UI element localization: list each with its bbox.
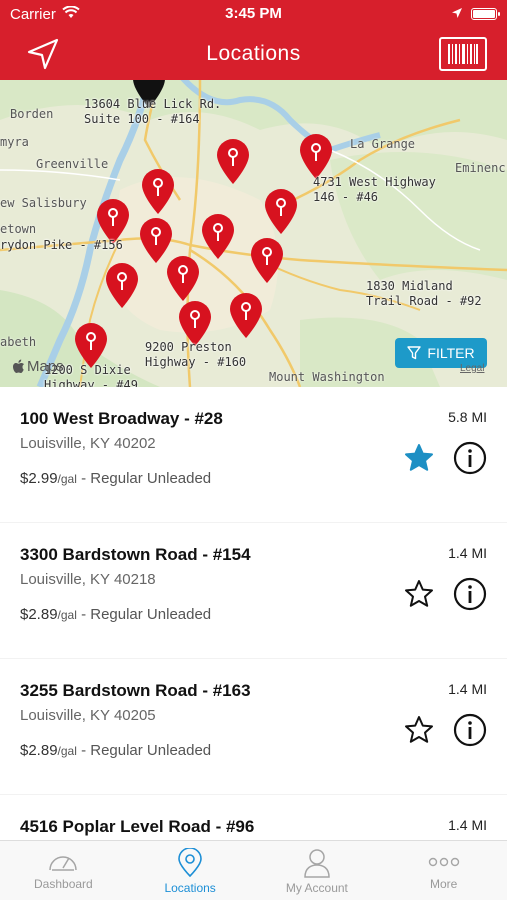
city-label: Mount Washington	[269, 370, 385, 384]
location-list[interactable]: 100 West Broadway - #28 5.8 MI Louisville,…	[0, 387, 507, 840]
price-amount: $2.99	[20, 470, 58, 487]
tab-more[interactable]: More	[380, 841, 507, 900]
location-row[interactable]: 3255 Bardstown Road - #163 1.4 MI Louisvil…	[0, 659, 507, 794]
tab-locations[interactable]: Locations	[127, 841, 254, 900]
map-store-label[interactable]: rydon Pike - #156	[0, 238, 123, 253]
fuel-price: $2.89/gal - Regular Unleaded	[20, 606, 211, 623]
fuel-type: - Regular Unleaded	[76, 606, 212, 623]
city-label: abeth	[0, 335, 37, 349]
location-name: 3300 Bardstown Road - #154	[20, 545, 251, 564]
location-row[interactable]: 3300 Bardstown Road - #154 1.4 MI Louisvil…	[0, 523, 507, 658]
favorite-button[interactable]	[400, 575, 438, 613]
info-button[interactable]	[451, 711, 489, 749]
price-amount: $2.89	[20, 742, 58, 759]
status-bar: Carrier 3:45 PM	[0, 0, 507, 28]
city-label: Eminenc	[455, 161, 506, 175]
price-unit: /gal	[57, 472, 77, 486]
maps-label: Maps	[27, 358, 64, 375]
city-label: Greenville	[36, 157, 109, 171]
city-label: ew Salisbury	[0, 196, 87, 210]
city-label: myra	[0, 135, 29, 149]
apple-maps-logo: Maps	[12, 358, 64, 375]
tab-dashboard[interactable]: Dashboard	[0, 841, 127, 900]
barcode-scan-button[interactable]	[439, 37, 487, 71]
map-pin-icon	[178, 848, 202, 878]
price-unit: /gal	[57, 608, 77, 622]
city-label: La Grange	[350, 137, 416, 151]
person-icon	[304, 849, 330, 878]
map-view[interactable]: 13604 Blue Lick Rd. Suite 100 - #164 4731…	[0, 80, 507, 387]
fuel-type: - Regular Unleaded	[76, 470, 212, 487]
location-distance: 1.4 MI	[448, 817, 487, 833]
tab-bar: Dashboard Locations My Account More	[0, 840, 507, 900]
star-filled-icon	[405, 444, 433, 471]
tab-label: More	[429, 877, 458, 891]
location-distance: 1.4 MI	[448, 545, 487, 561]
location-address: Louisville, KY 40205	[20, 707, 156, 724]
fuel-type: - Regular Unleaded	[76, 742, 212, 759]
map-pin[interactable]	[263, 188, 299, 236]
location-row[interactable]: 100 West Broadway - #28 5.8 MI Louisville,…	[0, 387, 507, 522]
filter-label: FILTER	[427, 345, 475, 361]
star-outline-icon	[405, 716, 433, 743]
location-name: 100 West Broadway - #28	[20, 409, 223, 428]
nav-bar: Locations	[0, 28, 507, 80]
location-address: Louisville, KY 40218	[20, 571, 156, 588]
map-pin[interactable]	[165, 255, 201, 303]
barcode-icon	[448, 44, 478, 64]
info-button[interactable]	[451, 575, 489, 613]
city-label: Borden	[10, 107, 54, 121]
map-pin[interactable]	[200, 213, 236, 261]
tab-my-account[interactable]: My Account	[254, 841, 381, 900]
map-pin[interactable]	[104, 262, 140, 310]
map-store-label[interactable]: 9200 Preston Highway - #160	[145, 340, 246, 370]
map-store-label[interactable]: 1830 Midland Trail Road - #92	[366, 279, 482, 309]
location-address: Louisville, KY 40202	[20, 435, 156, 452]
price-unit: /gal	[57, 744, 77, 758]
tab-label: My Account	[285, 881, 348, 895]
fuel-price: $2.89/gal - Regular Unleaded	[20, 742, 211, 759]
tab-label: Dashboard	[34, 877, 93, 891]
current-location-button[interactable]	[22, 33, 64, 75]
location-distance: 5.8 MI	[448, 409, 487, 425]
info-icon	[453, 713, 487, 747]
star-outline-icon	[405, 580, 433, 607]
favorite-button[interactable]	[400, 711, 438, 749]
apple-icon	[13, 359, 24, 373]
location-name: 4516 Poplar Level Road - #96	[20, 817, 255, 836]
wifi-icon	[62, 5, 80, 23]
fuel-price: $2.99/gal - Regular Unleaded	[20, 470, 211, 487]
map-store-label[interactable]: 13604 Blue Lick Rd. Suite 100 - #164	[84, 97, 221, 127]
info-icon	[453, 441, 487, 475]
map-store-label[interactable]: 4731 West Highway 146 - #46	[313, 175, 436, 205]
map-pin[interactable]	[228, 292, 264, 340]
location-distance: 1.4 MI	[448, 681, 487, 697]
more-dots-icon	[428, 857, 459, 867]
price-amount: $2.89	[20, 606, 58, 623]
speedometer-icon	[49, 856, 78, 871]
legal-link[interactable]: Legal	[460, 363, 484, 374]
city-label: etown	[0, 222, 37, 236]
battery-icon	[471, 8, 500, 20]
location-arrow-icon	[27, 38, 59, 70]
filter-icon	[407, 346, 422, 360]
map-pin[interactable]	[140, 168, 176, 216]
info-button[interactable]	[451, 439, 489, 477]
carrier-label: Carrier	[10, 5, 56, 23]
favorite-button[interactable]	[400, 439, 438, 477]
map-pin[interactable]	[215, 138, 251, 186]
map-pin[interactable]	[249, 237, 285, 285]
page-title: Locations	[206, 42, 301, 65]
header: Carrier 3:45 PM Locations	[0, 0, 507, 80]
location-services-icon	[451, 6, 463, 23]
tab-label: Locations	[164, 881, 216, 895]
location-name: 3255 Bardstown Road - #163	[20, 681, 251, 700]
map-pin[interactable]	[298, 133, 334, 181]
location-row[interactable]: 4516 Poplar Level Road - #96 1.4 MI	[0, 795, 507, 840]
info-icon	[453, 577, 487, 611]
